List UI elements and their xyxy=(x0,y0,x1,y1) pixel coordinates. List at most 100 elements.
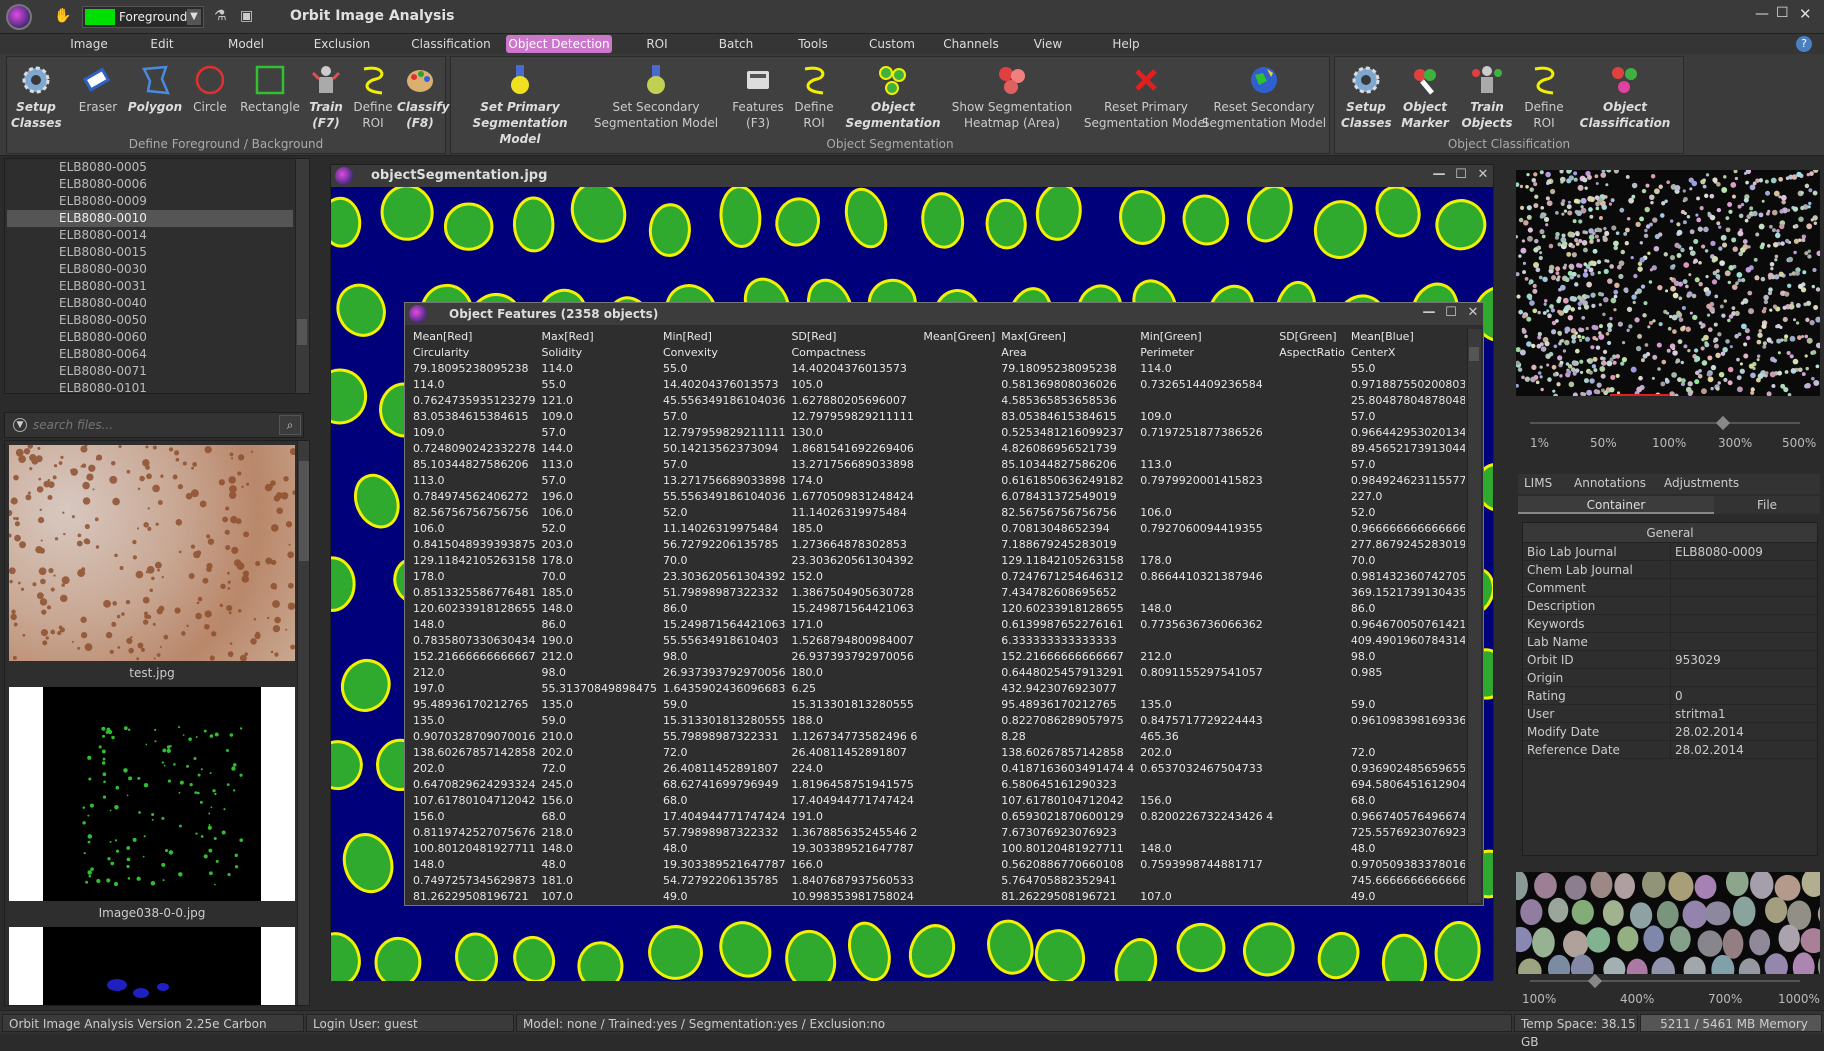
tab-file[interactable]: File xyxy=(1714,496,1820,514)
menu-help[interactable]: Help xyxy=(1108,35,1144,53)
table-row[interactable]: 129.11842105263158 178.0 70.0 23.3036205613… xyxy=(407,553,1465,569)
table-row[interactable]: 0.784974562406272 196.0 55.556349186104036… xyxy=(407,489,1465,505)
menu-roi[interactable]: ROI xyxy=(640,35,674,53)
list-item[interactable]: ELB8080-0064 xyxy=(7,346,293,363)
pipette-icon[interactable]: ⚗ xyxy=(214,8,227,24)
list-item[interactable]: ELB8080-0101 xyxy=(7,380,293,393)
zoom-slider-thumb[interactable] xyxy=(1715,415,1731,431)
menu-batch[interactable]: Batch xyxy=(714,35,758,53)
table-row[interactable]: 138.60267857142858 202.0 72.0 26.4081145289… xyxy=(407,745,1465,761)
property-row[interactable]: Rating 0 xyxy=(1523,687,1817,705)
object-marker-button[interactable]: Object Marker xyxy=(1397,61,1453,137)
property-row[interactable]: Modify Date 28.02.2014 xyxy=(1523,723,1817,741)
list-item[interactable]: ELB8080-0040 xyxy=(7,295,293,312)
list-item[interactable]: ELB8080-0010 xyxy=(7,210,293,227)
hand-tool-icon[interactable]: ✋ xyxy=(54,8,71,24)
define-roi-button[interactable]: Define ROI xyxy=(351,61,395,137)
table-row[interactable]: 0.7835807330630434 190.0 55.55634918610403… xyxy=(407,633,1465,649)
menu-view[interactable]: View xyxy=(1030,35,1066,53)
table-row[interactable]: 0.8415048939393875 203.0 56.72792206135785… xyxy=(407,537,1465,553)
setup-classes-button[interactable]: Setup Classes xyxy=(11,61,62,137)
tab-container[interactable]: Container xyxy=(1518,496,1714,514)
reset-secondary-segmentation-model-button[interactable]: Reset Secondary Segmentation Model xyxy=(1201,61,1327,137)
search-input[interactable] xyxy=(33,416,273,434)
tab-annotations[interactable]: Annotations xyxy=(1574,476,1646,490)
reset-primary-segmentation-model-button[interactable]: Reset Primary Segmentation Model xyxy=(1081,61,1211,137)
menu-classification[interactable]: Classification xyxy=(410,35,492,53)
object-classification-button[interactable]: Object Classification xyxy=(1571,61,1679,137)
table-row[interactable]: 109.0 57.0 12.797959829211111 130.0 0.525348… xyxy=(407,425,1465,441)
table-row[interactable]: 212.0 98.0 26.937393792970056 180.0 0.644802… xyxy=(407,665,1465,681)
table-row[interactable]: 113.0 57.0 13.271756689033898 174.0 0.616185… xyxy=(407,473,1465,489)
list-item[interactable]: ELB8080-0071 xyxy=(7,363,293,380)
help-icon[interactable]: ? xyxy=(1796,36,1812,52)
maximize-icon[interactable]: ☐ xyxy=(1453,167,1469,183)
eraser-button[interactable]: Eraser xyxy=(75,61,121,137)
table-row[interactable]: 81.26229508196721 107.0 49.0 10.99835398175… xyxy=(407,889,1465,903)
classify-button[interactable]: Classify (F8) xyxy=(397,61,449,137)
table-row[interactable]: 197.0 55.31370849898475 1.6435902436096683… xyxy=(407,681,1465,697)
table-row[interactable]: 148.0 86.0 15.249871564421063 171.0 0.613998… xyxy=(407,617,1465,633)
polygon-button[interactable]: Polygon xyxy=(127,61,183,137)
show-segmentation-heatmap-button[interactable]: Show Segmentation Heatmap (Area) xyxy=(947,61,1077,137)
menu-channels[interactable]: Channels xyxy=(940,35,1002,53)
table-row[interactable]: 178.0 70.0 23.303620561304392 152.0 0.724767… xyxy=(407,569,1465,585)
list-item[interactable]: ELB8080-0006 xyxy=(7,176,293,193)
search-icon[interactable]: ⌕ xyxy=(279,415,301,435)
list-item[interactable]: ELB8080-0009 xyxy=(7,193,293,210)
minimize-icon[interactable]: — xyxy=(1755,6,1769,22)
list-item[interactable]: ELB8080-0050 xyxy=(7,312,293,329)
thumbnail-test[interactable] xyxy=(9,445,295,661)
table-row[interactable]: 120.60233918128655 148.0 86.0 15.2498715644… xyxy=(407,601,1465,617)
menu-tools[interactable]: Tools xyxy=(792,35,834,53)
table-row[interactable]: 106.0 52.0 11.14026319975484 185.0 0.7081304… xyxy=(407,521,1465,537)
menu-image[interactable]: Image xyxy=(62,35,116,53)
table-row[interactable]: Mean[Red] Max[Red] Min[Red] SD[Red] Mean[Gre… xyxy=(407,329,1465,345)
rectangle-button[interactable]: Rectangle xyxy=(239,61,301,137)
table-row[interactable]: 0.9070328709070016 210.0 55.79898987322331… xyxy=(407,729,1465,745)
setup-object-classes-button[interactable]: Setup Classes xyxy=(1341,61,1392,137)
table-row[interactable]: 107.61780104712042 156.0 68.0 17.4049447717… xyxy=(407,793,1465,809)
property-row[interactable]: Comment xyxy=(1523,579,1817,597)
detail-image[interactable] xyxy=(1516,872,1820,974)
maximize-icon[interactable]: ☐ xyxy=(1443,305,1459,321)
property-row[interactable]: Lab Name xyxy=(1523,633,1817,651)
thumbnail-image038[interactable] xyxy=(9,687,295,901)
train-button[interactable]: Train (F7) xyxy=(305,61,347,137)
table-row[interactable]: 0.8119742527075676 218.0 57.79898987322332… xyxy=(407,825,1465,841)
mode-select[interactable]: Foreground ▼ xyxy=(82,6,204,28)
menu-custom[interactable]: Custom xyxy=(866,35,918,53)
list-item[interactable]: ELB8080-0015 xyxy=(7,244,293,261)
define-roi-classification-button[interactable]: Define ROI xyxy=(1521,61,1567,137)
list-item[interactable]: ELB8080-0030 xyxy=(7,261,293,278)
tab-lims[interactable]: LIMS xyxy=(1524,476,1552,490)
menu-object-detection[interactable]: Object Detection xyxy=(506,35,612,53)
tab-adjustments[interactable]: Adjustments xyxy=(1664,476,1739,490)
table-row[interactable]: 0.7497257345629873 181.0 54.72792206135785… xyxy=(407,873,1465,889)
zoom2-slider-thumb[interactable] xyxy=(1587,973,1603,989)
property-row[interactable]: User stritma1 xyxy=(1523,705,1817,723)
menu-exclusion-model[interactable]: Exclusion Model xyxy=(296,35,388,69)
circle-button[interactable]: Circle xyxy=(187,61,233,137)
table-row[interactable]: 148.0 48.0 19.303389521647787 166.0 0.562088… xyxy=(407,857,1465,873)
minimize-icon[interactable]: — xyxy=(1421,305,1437,321)
list-item[interactable]: ELB8080-0014 xyxy=(7,227,293,244)
property-row[interactable]: Reference Date 28.02.2014 xyxy=(1523,741,1817,759)
overview-image[interactable] xyxy=(1516,170,1820,396)
menu-edit[interactable]: Edit xyxy=(142,35,182,53)
set-secondary-segmentation-model-button[interactable]: Set Secondary Segmentation Model xyxy=(589,61,723,137)
add-circle-icon[interactable]: ▼ xyxy=(13,418,27,432)
menu-model[interactable]: Model xyxy=(220,35,272,53)
file-list-scrollbar[interactable] xyxy=(295,159,309,393)
features-button[interactable]: Features (F3) xyxy=(731,61,785,137)
property-row[interactable]: Description xyxy=(1523,597,1817,615)
train-objects-button[interactable]: Train Objects xyxy=(1459,61,1515,137)
table-row[interactable]: 0.8513325586776481 185.0 51.79898987322332… xyxy=(407,585,1465,601)
table-row[interactable]: 152.21666666666667 212.0 98.0 26.9373937929… xyxy=(407,649,1465,665)
table-row[interactable]: 0.7624735935123279 121.0 45.55634918610403… xyxy=(407,393,1465,409)
table-row[interactable]: 82.56756756756756 106.0 52.0 11.14026319975… xyxy=(407,505,1465,521)
table-row[interactable]: 156.0 68.0 17.404944771747424 191.0 0.659302… xyxy=(407,809,1465,825)
object-segmentation-button[interactable]: Object Segmentation xyxy=(843,61,943,137)
set-primary-segmentation-model-button[interactable]: Set Primary Segmentation Model xyxy=(457,61,583,146)
table-row[interactable]: 0.7248090242332278 144.0 50.14213562373094… xyxy=(407,441,1465,457)
